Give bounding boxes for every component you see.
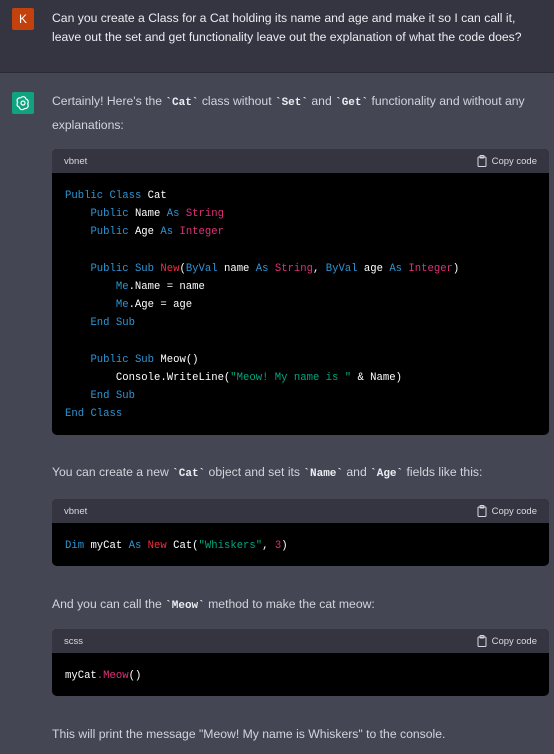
assistant-mid-text: You can create a new `Cat` object and se…: [52, 461, 542, 485]
code-block-header: vbnet Copy code: [52, 499, 549, 523]
copy-code-button[interactable]: Copy code: [477, 505, 537, 517]
inline-code: `Cat`: [165, 97, 199, 109]
code-block-header: vbnet Copy code: [52, 149, 549, 173]
copy-code-button[interactable]: Copy code: [477, 155, 537, 167]
code-language-label: scss: [64, 635, 83, 647]
inline-code: `Meow`: [165, 600, 205, 612]
clipboard-icon: [477, 505, 487, 517]
code-block-class: vbnet Copy code Public Class Cat Public …: [52, 149, 549, 435]
clipboard-icon: [477, 155, 487, 167]
inline-code: `Age`: [370, 468, 404, 480]
text-segment: And you can call the: [52, 597, 166, 611]
code-block-header: scss Copy code: [52, 629, 549, 653]
assistant-outro-text: This will print the message "Meow! My na…: [52, 727, 446, 741]
assistant-call-text: And you can call the `Meow` method to ma…: [52, 593, 542, 617]
user-message-row: K Can you create a Class for a Cat holdi…: [0, 0, 554, 73]
text-segment: Certainly! Here's the: [52, 94, 166, 108]
text-segment: class without: [198, 94, 275, 108]
code-content: Dim myCat As New Cat("Whiskers", 3): [65, 540, 288, 552]
code-content: Public Class Cat Public Name As String P…: [65, 190, 460, 421]
text-segment: and: [343, 465, 371, 479]
copy-code-label: Copy code: [491, 635, 537, 647]
chatgpt-logo-icon: [12, 92, 34, 114]
assistant-intro-text: Certainly! Here's the `Cat` class withou…: [52, 90, 542, 136]
inline-code: `Name`: [303, 468, 344, 480]
inline-code: `Set`: [274, 97, 308, 109]
text-segment: fields like this:: [403, 465, 483, 479]
inline-code: `Cat`: [172, 468, 206, 480]
text-segment: You can create a new: [52, 465, 173, 479]
code-language-label: vbnet: [64, 505, 88, 517]
user-avatar: K: [12, 8, 34, 30]
text-segment: method to make the cat meow:: [204, 597, 375, 611]
copy-code-button[interactable]: Copy code: [477, 635, 537, 647]
code-language-label: vbnet: [64, 155, 88, 167]
copy-code-label: Copy code: [491, 155, 537, 167]
text-segment: and: [308, 94, 336, 108]
copy-code-label: Copy code: [491, 505, 537, 517]
user-message-text: Can you create a Class for a Cat holding…: [52, 11, 522, 44]
inline-code: `Get`: [335, 97, 369, 109]
code-content: myCat.Meow(): [65, 670, 142, 682]
code-block-instantiate: vbnet Copy code Dim myCat As New Cat("Wh…: [52, 499, 549, 566]
clipboard-icon: [477, 635, 487, 647]
text-segment: object and set its: [205, 465, 304, 479]
code-block-call: scss Copy code myCat.Meow(): [52, 629, 549, 696]
